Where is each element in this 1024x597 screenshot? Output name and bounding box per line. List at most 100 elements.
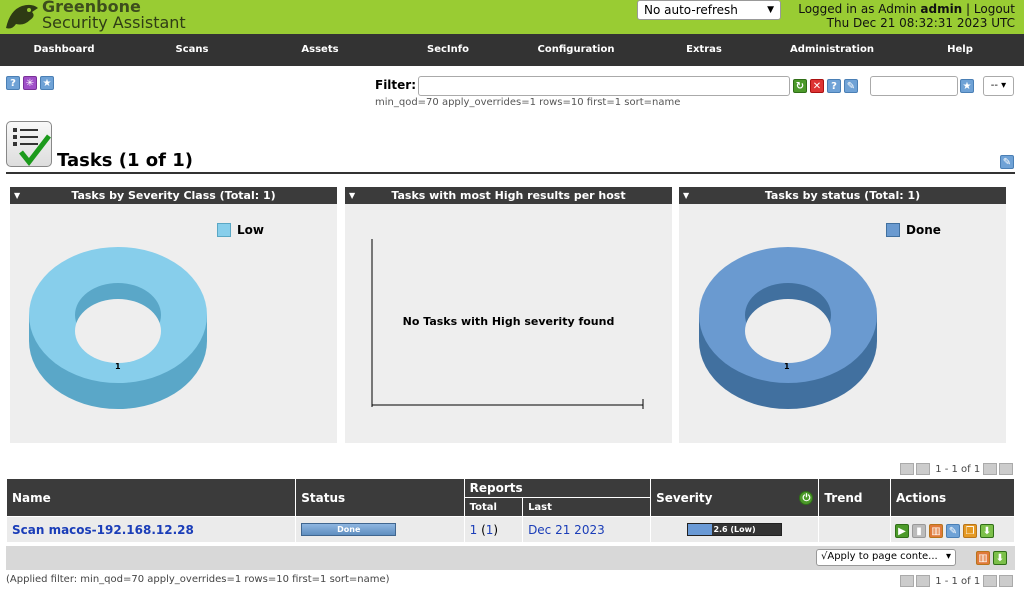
last-page-icon[interactable] bbox=[999, 463, 1014, 475]
severity-text: 2.6 (Low) bbox=[713, 525, 756, 534]
pagination-top: 1 - 1 of 1 bbox=[900, 463, 1015, 475]
last-report-link[interactable]: Dec 21 2023 bbox=[528, 523, 605, 537]
nav-help[interactable]: Help bbox=[896, 34, 1024, 66]
donut-hole-inner bbox=[75, 299, 161, 363]
apply-to-value: √Apply to page conte... bbox=[821, 551, 938, 562]
panel-title: Tasks by status (Total: 1) bbox=[764, 189, 921, 202]
filter-help-icon[interactable]: ? bbox=[827, 79, 841, 93]
nav-scans[interactable]: Scans bbox=[128, 34, 256, 66]
auto-refresh-value: No auto-refresh bbox=[644, 3, 738, 17]
panel-header[interactable]: ▼ Tasks with most High results per host bbox=[345, 187, 672, 204]
col-severity[interactable]: Severity ⏻ bbox=[650, 478, 820, 517]
donut-hole-inner bbox=[745, 299, 831, 363]
col-actions: Actions bbox=[889, 478, 1016, 517]
new-task-icon[interactable]: ★ bbox=[40, 76, 54, 90]
logout-link[interactable]: Logout bbox=[974, 2, 1015, 16]
username[interactable]: admin bbox=[920, 2, 962, 16]
status-bar[interactable]: Done bbox=[301, 523, 397, 536]
save-filter-icon[interactable]: ★ bbox=[960, 79, 974, 93]
severity-bar: 2.6 (Low) bbox=[687, 523, 783, 536]
bulk-export-icon[interactable]: ⬇ bbox=[993, 551, 1007, 565]
apply-to-select[interactable]: √Apply to page conte... ▾ bbox=[816, 549, 956, 566]
nav-secinfo[interactable]: SecInfo bbox=[384, 34, 512, 66]
reports-total-link[interactable]: 1 bbox=[470, 523, 478, 537]
task-name-link[interactable]: Scan macos-192.168.12.28 bbox=[12, 523, 194, 537]
edit-filter-icon[interactable]: ✎ bbox=[844, 79, 858, 93]
prev-page-icon[interactable] bbox=[916, 463, 930, 475]
filter-select[interactable]: -- ▾ bbox=[983, 76, 1014, 96]
table-footer: √Apply to page conte... ▾ ▥ ⬇ bbox=[6, 546, 1015, 570]
trash-icon[interactable]: ▥ bbox=[928, 524, 943, 538]
refresh-filter-icon[interactable]: ↻ bbox=[793, 79, 807, 93]
donut-count-label: 1 bbox=[115, 362, 121, 371]
greenbone-logo-icon[interactable] bbox=[2, 0, 42, 34]
app-header: Greenbone Security Assistant No auto-ref… bbox=[0, 0, 1024, 34]
start-icon[interactable]: ▶ bbox=[894, 524, 909, 538]
filter-applied-text: min_qod=70 apply_overrides=1 rows=10 fir… bbox=[375, 97, 681, 108]
chevron-down-icon: ▼ bbox=[767, 5, 774, 15]
export-icon[interactable]: ⬇ bbox=[979, 524, 994, 538]
clone-icon[interactable]: ❐ bbox=[962, 524, 977, 538]
nav-extras[interactable]: Extras bbox=[640, 34, 768, 66]
filter-input[interactable] bbox=[418, 76, 790, 96]
legend-swatch-done bbox=[886, 223, 900, 237]
panel-header[interactable]: ▼ Tasks by status (Total: 1) bbox=[679, 187, 1006, 204]
panel-title: Tasks with most High results per host bbox=[391, 189, 626, 202]
collapse-icon[interactable]: ▼ bbox=[14, 187, 20, 204]
col-reports-total[interactable]: Total bbox=[463, 497, 524, 517]
next-page-icon[interactable] bbox=[983, 463, 998, 475]
nav-configuration[interactable]: Configuration bbox=[512, 34, 640, 66]
cell-trend bbox=[818, 516, 891, 543]
resume-icon[interactable]: ▮ bbox=[911, 524, 926, 538]
auto-refresh-select[interactable]: No auto-refresh ▼ bbox=[637, 0, 781, 20]
filter-select-value: -- bbox=[990, 80, 998, 91]
reports-finished-link[interactable]: 1 bbox=[486, 523, 494, 537]
severity-donut-chart bbox=[29, 247, 207, 409]
first-page-icon[interactable] bbox=[900, 575, 914, 587]
page-title: Tasks (1 of 1) bbox=[57, 150, 194, 171]
bulk-trash-icon[interactable]: ▥ bbox=[976, 551, 990, 565]
last-page-icon[interactable] bbox=[999, 575, 1014, 587]
login-info: Logged in as Admin admin | Logout Thu De… bbox=[798, 2, 1015, 30]
collapse-icon[interactable]: ▼ bbox=[683, 187, 689, 204]
cell-actions: ▶ ▮ ▥ ✎ ❐ ⬇ bbox=[889, 516, 1016, 543]
first-page-icon[interactable] bbox=[900, 463, 914, 475]
pagination-text: 1 - 1 of 1 bbox=[935, 576, 981, 587]
edit-dashboard-icon[interactable]: ✎ bbox=[1000, 155, 1014, 169]
wizard-icon[interactable]: ✳ bbox=[23, 76, 37, 90]
nav-administration[interactable]: Administration bbox=[768, 34, 896, 66]
no-data-message: No Tasks with High severity found bbox=[402, 315, 615, 328]
prev-page-icon[interactable] bbox=[916, 575, 930, 587]
panel-high-results: ▼ Tasks with most High results per host … bbox=[345, 187, 672, 443]
col-status[interactable]: Status bbox=[295, 478, 465, 517]
legend-label-done[interactable]: Done bbox=[906, 223, 941, 237]
reset-filter-icon[interactable]: ✕ bbox=[810, 79, 824, 93]
chevron-down-icon: ▾ bbox=[945, 551, 951, 562]
panel-severity-class: ▼ Tasks by Severity Class (Total: 1) Low… bbox=[10, 187, 337, 443]
table-row: Scan macos-192.168.12.28 Done 1 (1) Dec … bbox=[5, 516, 1016, 543]
col-reports-last[interactable]: Last bbox=[522, 497, 652, 517]
col-trend[interactable]: Trend bbox=[818, 478, 891, 517]
cell-severity: 2.6 (Low) bbox=[650, 516, 820, 543]
overrides-icon[interactable]: ⏻ bbox=[799, 490, 814, 505]
user-role: Admin bbox=[878, 2, 917, 16]
col-reports: Reports bbox=[463, 478, 652, 498]
nav-assets[interactable]: Assets bbox=[256, 34, 384, 66]
panel-title: Tasks by Severity Class (Total: 1) bbox=[71, 189, 276, 202]
legend-label-low[interactable]: Low bbox=[237, 223, 264, 237]
tasks-table: Name Status Reports Severity ⏻ Trend Act… bbox=[5, 478, 1016, 543]
donut-count-label: 1 bbox=[784, 362, 790, 371]
pagination-text: 1 - 1 of 1 bbox=[935, 464, 981, 475]
collapse-icon[interactable]: ▼ bbox=[349, 187, 355, 204]
pagination-bottom: 1 - 1 of 1 bbox=[900, 575, 1015, 587]
filter-label: Filter: bbox=[375, 78, 417, 92]
col-name[interactable]: Name bbox=[5, 478, 297, 517]
panel-header[interactable]: ▼ Tasks by Severity Class (Total: 1) bbox=[10, 187, 337, 204]
applied-filter-text: (Applied filter: min_qod=70 apply_overri… bbox=[6, 574, 390, 585]
nav-dashboard[interactable]: Dashboard bbox=[0, 34, 128, 66]
next-page-icon[interactable] bbox=[983, 575, 998, 587]
edit-icon[interactable]: ✎ bbox=[945, 524, 960, 538]
cell-total: 1 (1) bbox=[463, 516, 524, 543]
filter-name-input[interactable] bbox=[870, 76, 958, 96]
help-icon[interactable]: ? bbox=[6, 76, 20, 90]
